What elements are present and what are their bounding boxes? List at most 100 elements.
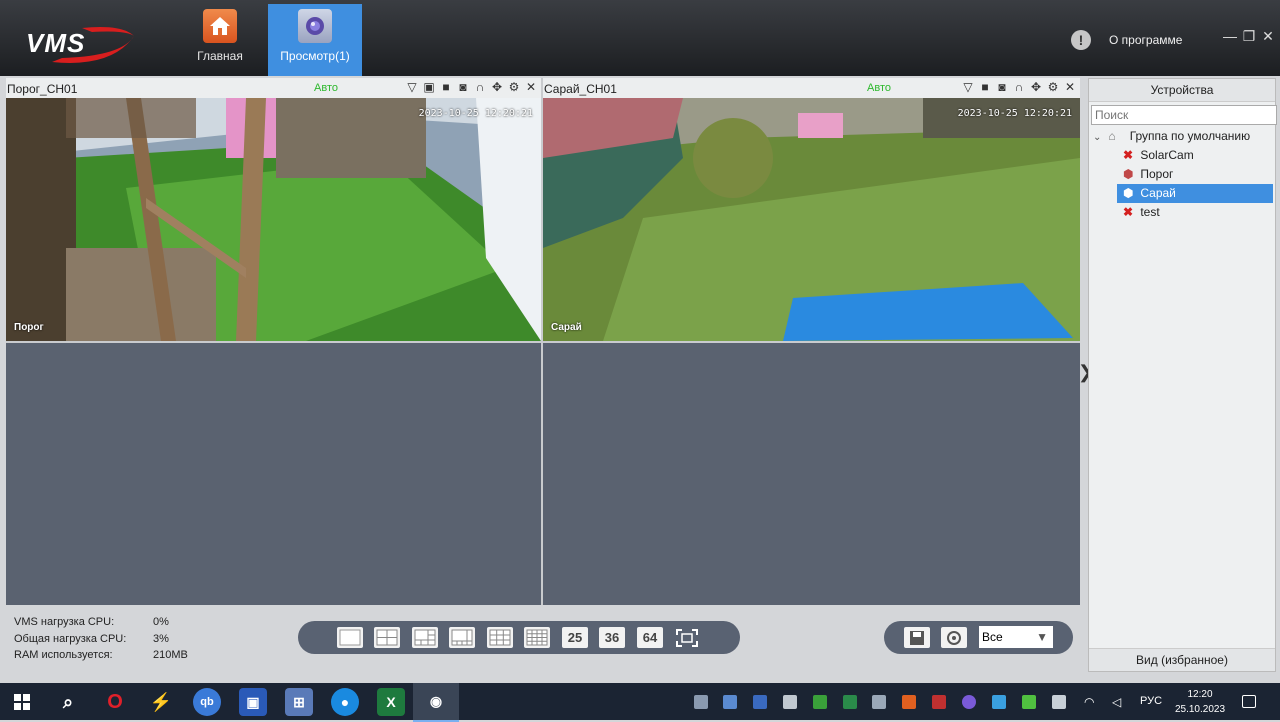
tray-network-app-icon[interactable] — [872, 695, 886, 709]
fullscreen-icon — [676, 628, 698, 647]
layout-1-button[interactable] — [337, 627, 363, 648]
opera-icon[interactable]: O — [101, 688, 129, 716]
layout-1-icon — [339, 629, 361, 646]
volume-icon[interactable]: ◁ — [1112, 695, 1126, 709]
layout-6-button[interactable] — [412, 627, 438, 648]
tray-defender-icon[interactable] — [843, 695, 857, 709]
device-item[interactable]: ✖ SolarCam — [1093, 146, 1273, 165]
refresh-icon — [947, 630, 961, 645]
video-cell-1[interactable]: Порог_CH01 Авто ▽ ▣ ■ ◙ ∩ ✥ ⚙ ✕ 2023-10-… — [6, 78, 541, 341]
audio-icon[interactable]: ∩ — [473, 80, 487, 94]
tree-group[interactable]: ⌄ ⌂ Группа по умолчанию — [1093, 127, 1273, 146]
close-button[interactable]: ✕ — [1259, 28, 1277, 45]
excel-icon[interactable]: X — [377, 688, 405, 716]
video-cell-2[interactable]: Сарай_CH01 Авто ▽ ■ ◙ ∩ ✥ ⚙ ✕ 2023-10-25… — [543, 78, 1080, 341]
dropdown-icon[interactable]: ▽ — [961, 80, 975, 94]
total-cpu-value: 3% — [153, 633, 169, 645]
stream-mode[interactable]: Авто — [867, 82, 891, 94]
record-icon[interactable]: ■ — [978, 80, 992, 94]
record-icon[interactable]: ■ — [439, 80, 453, 94]
stream-filter-value: Все — [982, 630, 1003, 644]
tray-security-icon[interactable] — [813, 695, 827, 709]
search-icon[interactable]: ⌕ — [54, 688, 82, 716]
device-item-selected[interactable]: ⬢ Сарай — [1117, 184, 1273, 203]
tray-audio-app-icon[interactable] — [902, 695, 916, 709]
camera-lens-icon — [298, 9, 332, 43]
video-feed[interactable]: 2023-10-25 12:20:21 Сарай — [543, 98, 1080, 341]
snapshot-icon[interactable]: ◙ — [995, 80, 1009, 94]
tray-app-icon[interactable] — [932, 695, 946, 709]
favorites-view-button[interactable]: Вид (избранное) — [1089, 648, 1275, 671]
tray-shield-icon[interactable] — [723, 695, 737, 709]
save-icon — [910, 630, 924, 645]
restore-button[interactable]: ❐ — [1240, 28, 1258, 45]
layout-36-button[interactable]: 36 — [599, 627, 625, 648]
layout-9-button[interactable] — [487, 627, 513, 648]
browser-icon[interactable]: ● — [331, 688, 359, 716]
video-frame-saray — [543, 98, 1080, 341]
about-link[interactable]: О программе — [1109, 33, 1182, 47]
snapshot-icon[interactable]: ◙ — [456, 80, 470, 94]
floppy-app-icon[interactable]: ▣ — [239, 688, 267, 716]
tray-window-icon[interactable] — [783, 695, 797, 709]
remote-desktop-icon[interactable]: ⊞ — [285, 688, 313, 716]
layout-16-button[interactable] — [524, 627, 550, 648]
ptz-icon[interactable]: ✥ — [490, 80, 504, 94]
system-clock[interactable]: 12:20 25.10.2023 — [1172, 687, 1228, 717]
playback-control-bar: Все ▼ — [884, 621, 1073, 654]
stream-filter-select[interactable]: Все ▼ — [979, 626, 1053, 648]
tray-app-icon[interactable] — [694, 695, 708, 709]
panel-collapse-handle[interactable]: ❯ — [1078, 362, 1093, 384]
osd-camera-name: Порог — [14, 322, 44, 333]
layout-8-button[interactable] — [449, 627, 475, 648]
device-name: Порог — [1140, 167, 1174, 181]
battery-icon[interactable] — [1052, 695, 1066, 709]
device-camera-icon: ⬢ — [1123, 186, 1134, 200]
layout-4-button[interactable] — [374, 627, 400, 648]
tab-live-view[interactable]: Просмотр(1) — [268, 4, 362, 76]
minimize-button[interactable]: — — [1221, 28, 1239, 44]
video-cell-3[interactable] — [6, 343, 541, 605]
home-icon — [203, 9, 237, 43]
qbittorrent-icon[interactable]: qb — [193, 688, 221, 716]
tray-app-icon[interactable] — [1022, 695, 1036, 709]
ptz-icon[interactable]: ✥ — [1029, 80, 1043, 94]
layout-25-button[interactable]: 25 — [562, 627, 588, 648]
window-icon[interactable]: ▣ — [422, 80, 436, 94]
video-feed[interactable]: 2023-10-25 12:20:21 Порог — [6, 98, 541, 341]
notifications-icon[interactable] — [1242, 695, 1256, 708]
dropdown-icon[interactable]: ▽ — [405, 80, 419, 94]
input-language[interactable]: РУС — [1140, 695, 1162, 707]
close-video-icon[interactable]: ✕ — [524, 80, 538, 94]
video-cell-4[interactable] — [543, 343, 1080, 605]
vms-taskbar-icon[interactable]: ◉ — [413, 683, 459, 722]
layout-64-button[interactable]: 64 — [637, 627, 663, 648]
close-video-icon[interactable]: ✕ — [1063, 80, 1077, 94]
chevron-down-icon[interactable]: ⌄ — [1093, 128, 1105, 147]
windows-start-icon[interactable] — [8, 688, 36, 716]
refresh-button[interactable] — [941, 627, 967, 648]
settings-icon[interactable]: ⚙ — [1046, 80, 1060, 94]
video-cell-header: Порог_CH01 Авто ▽ ▣ ■ ◙ ∩ ✥ ⚙ ✕ — [6, 78, 541, 98]
tray-app-icon[interactable] — [753, 695, 767, 709]
device-search-input[interactable] — [1091, 105, 1277, 125]
ram-value: 210MB — [153, 649, 188, 661]
audio-icon[interactable]: ∩ — [1012, 80, 1026, 94]
device-item[interactable]: ⬢ Порог — [1093, 165, 1273, 184]
lightning-app-icon[interactable]: ⚡ — [147, 688, 175, 716]
tab-home-label: Главная — [197, 49, 243, 63]
total-cpu-label: Общая нагрузка CPU: — [14, 633, 127, 645]
device-tree: ⌄ ⌂ Группа по умолчанию ✖ SolarCam ⬢ Пор… — [1093, 127, 1273, 222]
viber-icon[interactable] — [962, 695, 976, 709]
wifi-icon[interactable]: ◠ — [1084, 695, 1098, 709]
stream-mode[interactable]: Авто — [314, 82, 338, 94]
fullscreen-button[interactable] — [674, 627, 700, 648]
clock-time: 12:20 — [1187, 689, 1213, 700]
settings-icon[interactable]: ⚙ — [507, 80, 521, 94]
save-button[interactable] — [904, 627, 930, 648]
info-icon[interactable]: ! — [1071, 30, 1091, 50]
osd-timestamp: 2023-10-25 12:20:21 — [957, 108, 1072, 119]
device-item[interactable]: ✖ test — [1093, 203, 1273, 222]
tray-app-icon[interactable] — [992, 695, 1006, 709]
tab-home[interactable]: Главная — [173, 4, 267, 76]
